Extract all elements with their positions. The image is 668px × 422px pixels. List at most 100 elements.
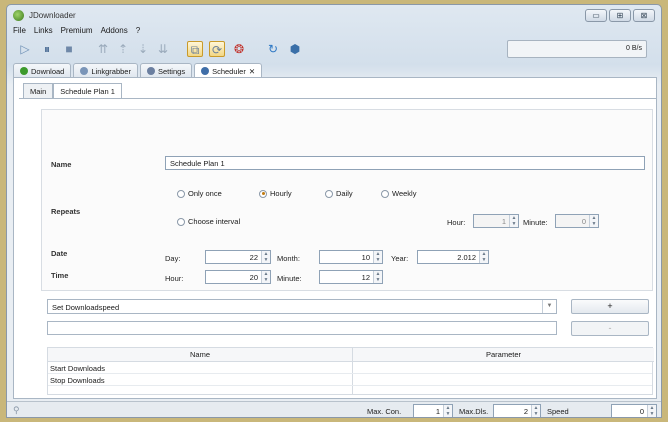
minute-spinner[interactable]: 12 ▲ ▼ bbox=[319, 270, 383, 284]
maximize-button[interactable]: ⊞ bbox=[609, 9, 631, 22]
close-tab-icon[interactable]: ✕ bbox=[249, 67, 255, 76]
add-action-button[interactable]: + bbox=[571, 299, 649, 314]
radio-circle bbox=[325, 189, 333, 198]
menu-addons[interactable]: Addons bbox=[101, 26, 128, 35]
max-con-label: Max. Con. bbox=[367, 407, 402, 416]
spinner-arrows-icon[interactable]: ▲ ▼ bbox=[531, 405, 540, 417]
spinner-arrows-icon[interactable]: ▲ ▼ bbox=[647, 405, 656, 417]
max-con-spinner[interactable]: 1 ▲ ▼ bbox=[413, 404, 453, 417]
radio-label: Weekly bbox=[392, 189, 417, 198]
radio-circle bbox=[381, 189, 389, 198]
menu-file[interactable]: File bbox=[13, 26, 26, 35]
interval-minute-spinner[interactable]: 0 ▲ ▼ bbox=[555, 214, 599, 228]
spinner-arrows-icon[interactable]: ▲ ▼ bbox=[509, 215, 518, 227]
spinner-value: 0 bbox=[639, 407, 644, 416]
radio-hourly[interactable]: Hourly bbox=[259, 189, 292, 198]
day-label: Day: bbox=[165, 254, 181, 263]
move-up-icon[interactable]: ⇡ bbox=[115, 41, 131, 57]
tab-label: Scheduler bbox=[212, 67, 246, 76]
table-row[interactable]: Stop Downloads bbox=[48, 375, 652, 386]
subtab-main[interactable]: Main bbox=[23, 83, 54, 98]
year-spinner[interactable]: 2.012 ▲ ▼ bbox=[417, 250, 489, 264]
parameter-field[interactable] bbox=[47, 321, 557, 335]
status-bar: ⚲ Max. Con. 1 ▲ ▼ Max.Dls. 2 ▲ ▼ Speed 0 ▲ ▼ bbox=[7, 401, 661, 417]
tab-settings[interactable]: Settings bbox=[139, 63, 193, 78]
select-value: Set Downloadspeed bbox=[52, 303, 120, 312]
spinner-value: 0 bbox=[581, 217, 586, 226]
spinner-arrows-icon[interactable]: ▲ ▼ bbox=[373, 251, 382, 263]
move-top-icon[interactable]: ⇈ bbox=[95, 41, 111, 57]
radio-weekly[interactable]: Weekly bbox=[381, 189, 416, 198]
move-bottom-icon[interactable]: ⇊ bbox=[155, 41, 171, 57]
radio-daily[interactable]: Daily bbox=[325, 189, 353, 198]
premium-icon[interactable]: ❂ bbox=[231, 41, 247, 57]
action-select[interactable]: Set Downloadspeed ▼ bbox=[47, 299, 557, 314]
menu-help[interactable]: ? bbox=[136, 26, 140, 35]
interval-minute-label: Minute: bbox=[523, 218, 548, 227]
pause-icon[interactable]: ⏸ bbox=[39, 41, 55, 57]
spinner-value: 20 bbox=[249, 273, 258, 282]
window-title: JDownloader bbox=[29, 11, 76, 20]
main-tabs: Download Linkgrabber Settings Scheduler ✕ bbox=[13, 63, 263, 78]
name-label: Name bbox=[51, 160, 72, 169]
menu-premium[interactable]: Premium bbox=[61, 26, 93, 35]
plugin-icon[interactable]: ⬢ bbox=[287, 41, 303, 57]
toolbar: ▷ ⏸ ■ ⇈ ⇡ ⇣ ⇊ ⧉ ⟳ ❂ ↻ ⬢ 0 B/s bbox=[13, 39, 653, 61]
repeats-label: Repeats bbox=[51, 207, 81, 216]
column-header-name[interactable]: Name bbox=[48, 348, 352, 362]
linkgrabber-icon bbox=[80, 67, 89, 75]
spinner-value: 1 bbox=[435, 407, 440, 416]
stop-icon[interactable]: ■ bbox=[61, 41, 77, 57]
row-name: Stop Downloads bbox=[50, 376, 105, 385]
close-button[interactable]: ⊠ bbox=[633, 9, 655, 22]
month-label: Month: bbox=[277, 254, 300, 263]
tab-download[interactable]: Download bbox=[13, 63, 72, 78]
date-label: Date bbox=[51, 249, 68, 258]
day-spinner[interactable]: 22 ▲ ▼ bbox=[205, 250, 271, 264]
minimize-button[interactable]: ▭ bbox=[585, 9, 607, 22]
speed-spinner[interactable]: 0 ▲ ▼ bbox=[611, 404, 657, 417]
name-field[interactable]: Schedule Plan 1 bbox=[165, 156, 645, 170]
row-name: Start Downloads bbox=[50, 364, 106, 373]
spinner-arrows-icon[interactable]: ▲ ▼ bbox=[589, 215, 598, 227]
clock-icon bbox=[201, 67, 210, 75]
hour-spinner[interactable]: 20 ▲ ▼ bbox=[205, 270, 271, 284]
interval-hour-spinner[interactable]: 1 ▲ ▼ bbox=[473, 214, 519, 228]
month-spinner[interactable]: 10 ▲ ▼ bbox=[319, 250, 383, 264]
time-label: Time bbox=[51, 271, 69, 280]
reconnect-icon[interactable]: ⟳ bbox=[209, 41, 225, 57]
plan-tabs: Main Schedule Plan 1 bbox=[23, 83, 122, 98]
spinner-value: 22 bbox=[249, 253, 258, 262]
actions-table: Name Parameter Start Downloads Stop Down… bbox=[47, 347, 654, 395]
tab-scheduler[interactable]: Scheduler ✕ bbox=[194, 63, 263, 78]
radio-circle bbox=[177, 189, 185, 198]
hour-label: Hour: bbox=[165, 274, 184, 283]
spinner-arrows-icon[interactable]: ▲ ▼ bbox=[373, 271, 382, 283]
radio-choose-interval[interactable]: Choose interval bbox=[177, 217, 240, 226]
play-icon[interactable]: ▷ bbox=[17, 41, 33, 57]
spinner-arrows-icon[interactable]: ▲ ▼ bbox=[443, 405, 452, 417]
move-down-icon[interactable]: ⇣ bbox=[135, 41, 151, 57]
update-icon[interactable]: ↻ bbox=[265, 41, 281, 57]
max-dls-spinner[interactable]: 2 ▲ ▼ bbox=[493, 404, 541, 417]
speed-label: Speed bbox=[547, 407, 569, 416]
spinner-arrows-icon[interactable]: ▲ ▼ bbox=[479, 251, 488, 263]
spinner-value: 10 bbox=[361, 253, 370, 262]
table-row[interactable]: Start Downloads bbox=[48, 363, 652, 374]
spinner-value: 2 bbox=[523, 407, 528, 416]
year-label: Year: bbox=[391, 254, 409, 263]
spinner-arrows-icon[interactable]: ▲ ▼ bbox=[261, 271, 270, 283]
title-bar: JDownloader ▭ ⊞ ⊠ bbox=[7, 5, 661, 25]
spinner-value: 12 bbox=[361, 273, 370, 282]
remove-action-button[interactable]: - bbox=[571, 321, 649, 336]
column-header-parameter[interactable]: Parameter bbox=[353, 348, 654, 362]
subtab-schedule-plan[interactable]: Schedule Plan 1 bbox=[53, 83, 122, 98]
spinner-arrows-icon[interactable]: ▲ ▼ bbox=[261, 251, 270, 263]
radio-only-once[interactable]: Only once bbox=[177, 189, 222, 198]
clipboard-icon[interactable]: ⧉ bbox=[187, 41, 203, 57]
menu-links[interactable]: Links bbox=[34, 26, 53, 35]
tab-linkgrabber[interactable]: Linkgrabber bbox=[73, 63, 138, 78]
menu-bar: File Links Premium Addons ? bbox=[13, 26, 140, 35]
chevron-down-icon[interactable]: ▼ bbox=[542, 300, 556, 313]
link-icon[interactable]: ⚲ bbox=[13, 405, 20, 416]
